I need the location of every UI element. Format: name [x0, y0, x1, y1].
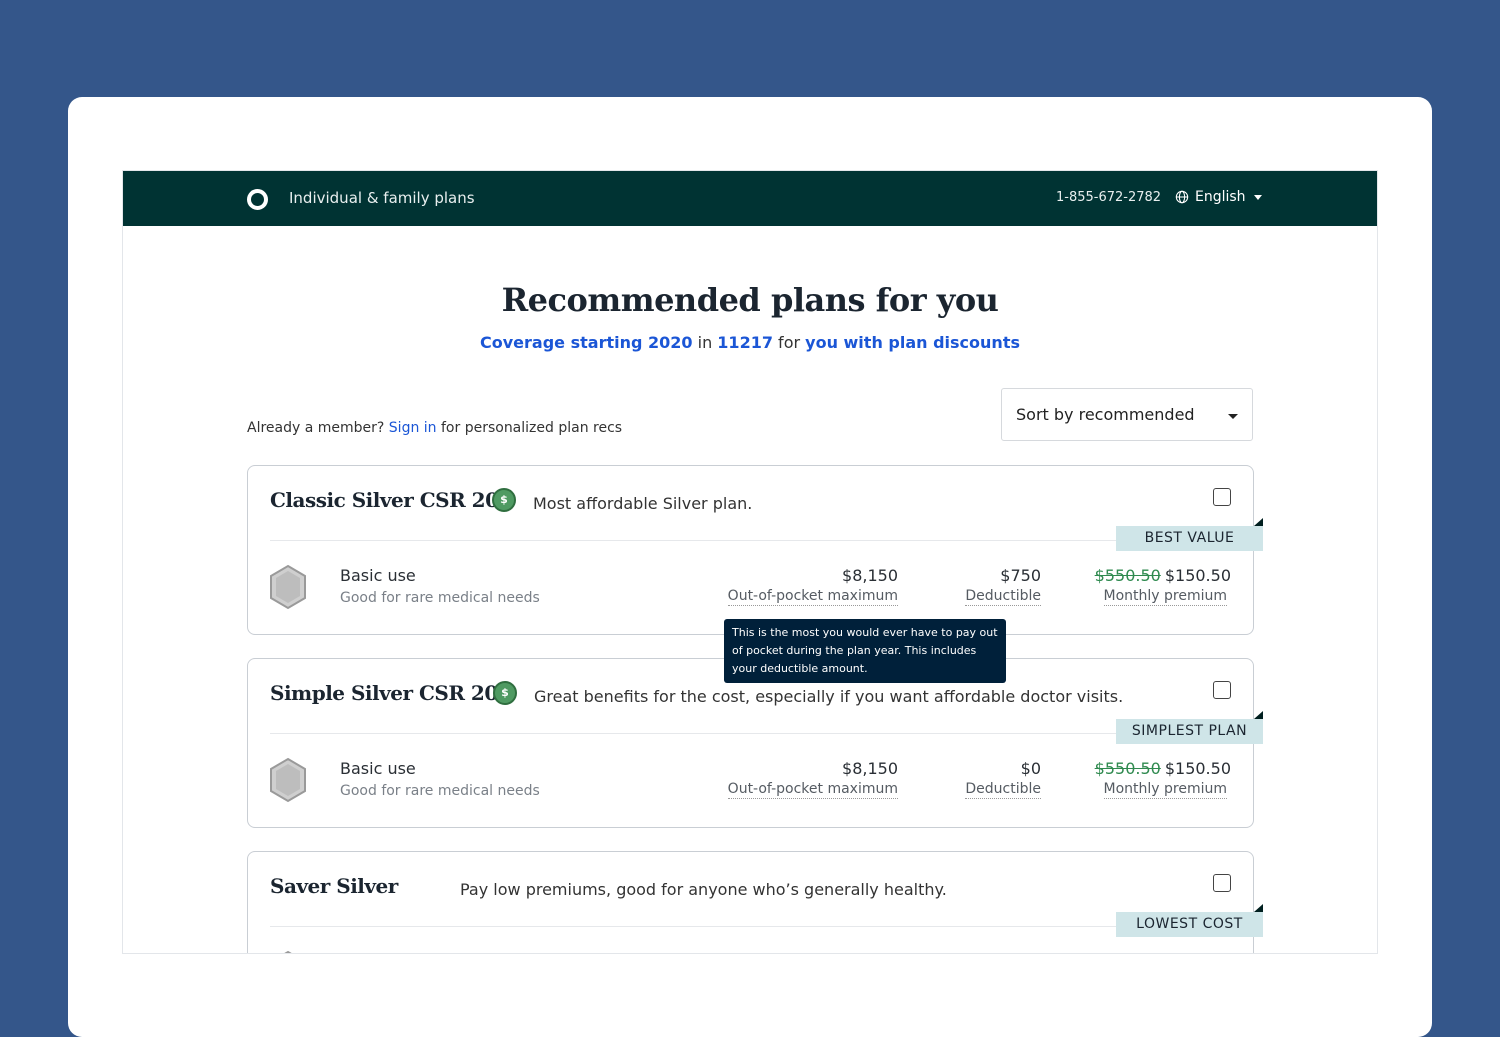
- usage-description: Good for rare medical needs: [340, 783, 540, 799]
- compare-checkbox[interactable]: [1213, 874, 1231, 892]
- page-title: Recommended plans for you: [501, 281, 999, 319]
- ribbon-fold: [1254, 904, 1263, 912]
- silver-hexagon-icon: [284, 950, 292, 953]
- plan-name[interactable]: Classic Silver CSR 200: [270, 488, 512, 512]
- silver-hexagon-icon: [270, 757, 306, 803]
- zip-link[interactable]: 11217: [717, 333, 773, 352]
- compare-checkbox[interactable]: [1213, 488, 1231, 506]
- usage-level: Basic use: [340, 566, 416, 585]
- plan-badge: SIMPLEST PLAN: [1116, 719, 1263, 744]
- ribbon-fold: [1254, 711, 1263, 719]
- member-suffix: for personalized plan recs: [436, 420, 623, 436]
- plan-card[interactable]: Simple Silver CSR 200 $ Great benefits f…: [247, 658, 1263, 828]
- member-prefix: Already a member?: [247, 420, 389, 436]
- sort-label: Sort by recommended: [1016, 405, 1195, 424]
- deductible-value: $750: [1000, 566, 1041, 585]
- member-prompt: Already a member? Sign in for personaliz…: [247, 420, 622, 436]
- phone-number[interactable]: 1-855-672-2782: [1056, 190, 1161, 205]
- silver-hexagon-icon: [270, 564, 306, 610]
- plan-badge: LOWEST COST: [1116, 912, 1263, 937]
- deductible-metric: $750 Deductible: [965, 566, 1041, 606]
- premium-label[interactable]: Monthly premium: [1103, 588, 1227, 606]
- deductible-label[interactable]: Deductible: [965, 781, 1041, 799]
- language-label: English: [1195, 189, 1246, 205]
- divider: [270, 926, 1231, 927]
- browser-frame: Individual & family plans 1-855-672-2782…: [122, 170, 1378, 954]
- discounts-link[interactable]: you with plan discounts: [805, 333, 1020, 352]
- subtitle-text-in: in: [692, 333, 718, 352]
- usage-level: Basic use: [340, 759, 416, 778]
- oop-max-label[interactable]: Out-of-pocket maximum: [727, 781, 898, 799]
- chevron-down-icon: [1228, 414, 1238, 419]
- divider: [270, 540, 1231, 541]
- premium-metric: $550.50 $150.50 Monthly premium: [1095, 566, 1231, 606]
- deductible-label[interactable]: Deductible: [965, 588, 1041, 606]
- plan-name[interactable]: Saver Silver: [270, 874, 398, 898]
- original-premium: $550.50: [1094, 566, 1161, 585]
- oop-max-label[interactable]: Out-of-pocket maximum: [727, 588, 898, 606]
- page-subtitle: Coverage starting 2020 in 11217 for you …: [123, 333, 1377, 352]
- discounted-premium: $150.50: [1164, 566, 1231, 585]
- discounted-premium: $150.50: [1164, 759, 1231, 778]
- divider: [270, 733, 1231, 734]
- oop-max-value: $8,150: [842, 759, 898, 778]
- discount-coin-icon: $: [493, 681, 517, 705]
- oop-max-value: $8,150: [842, 566, 898, 585]
- plan-description: Great benefits for the cost, especially …: [534, 687, 1124, 706]
- usage-description: Good for rare medical needs: [340, 590, 540, 606]
- subtitle-text-for: for: [772, 333, 806, 352]
- deductible-value: $0: [1020, 759, 1041, 778]
- sign-in-link[interactable]: Sign in: [389, 420, 437, 436]
- plan-card[interactable]: Classic Silver CSR 200 $ Most affordable…: [247, 465, 1263, 635]
- compare-checkbox[interactable]: [1213, 681, 1231, 699]
- top-nav-bar: Individual & family plans 1-855-672-2782…: [123, 171, 1377, 226]
- sort-dropdown[interactable]: Sort by recommended: [1001, 388, 1253, 441]
- language-selector[interactable]: English: [1175, 189, 1262, 205]
- plan-description: Most affordable Silver plan.: [533, 494, 753, 513]
- original-premium: $550.50: [1094, 759, 1161, 778]
- oop-max-tooltip: This is the most you would ever have to …: [724, 619, 1006, 683]
- oop-max-metric: $8,150 Out-of-pocket maximum: [727, 759, 898, 799]
- plan-card[interactable]: Saver Silver Pay low premiums, good for …: [247, 851, 1263, 953]
- premium-metric: $550.50 $150.50 Monthly premium: [1095, 759, 1231, 799]
- plan-description: Pay low premiums, good for anyone who’s …: [460, 880, 947, 899]
- plan-badge: BEST VALUE: [1116, 526, 1263, 551]
- ribbon-fold: [1254, 518, 1263, 526]
- brand-label[interactable]: Individual & family plans: [289, 189, 475, 207]
- discount-coin-icon: $: [492, 488, 516, 512]
- premium-label[interactable]: Monthly premium: [1103, 781, 1227, 799]
- deductible-metric: $0 Deductible: [965, 759, 1041, 799]
- globe-icon: [1175, 190, 1189, 204]
- chevron-down-icon: [1253, 194, 1262, 200]
- oop-max-metric: $8,150 Out-of-pocket maximum: [727, 566, 898, 606]
- plan-name[interactable]: Simple Silver CSR 200: [270, 681, 512, 705]
- logo-icon[interactable]: [247, 189, 268, 210]
- coverage-link[interactable]: Coverage starting 2020: [480, 333, 693, 352]
